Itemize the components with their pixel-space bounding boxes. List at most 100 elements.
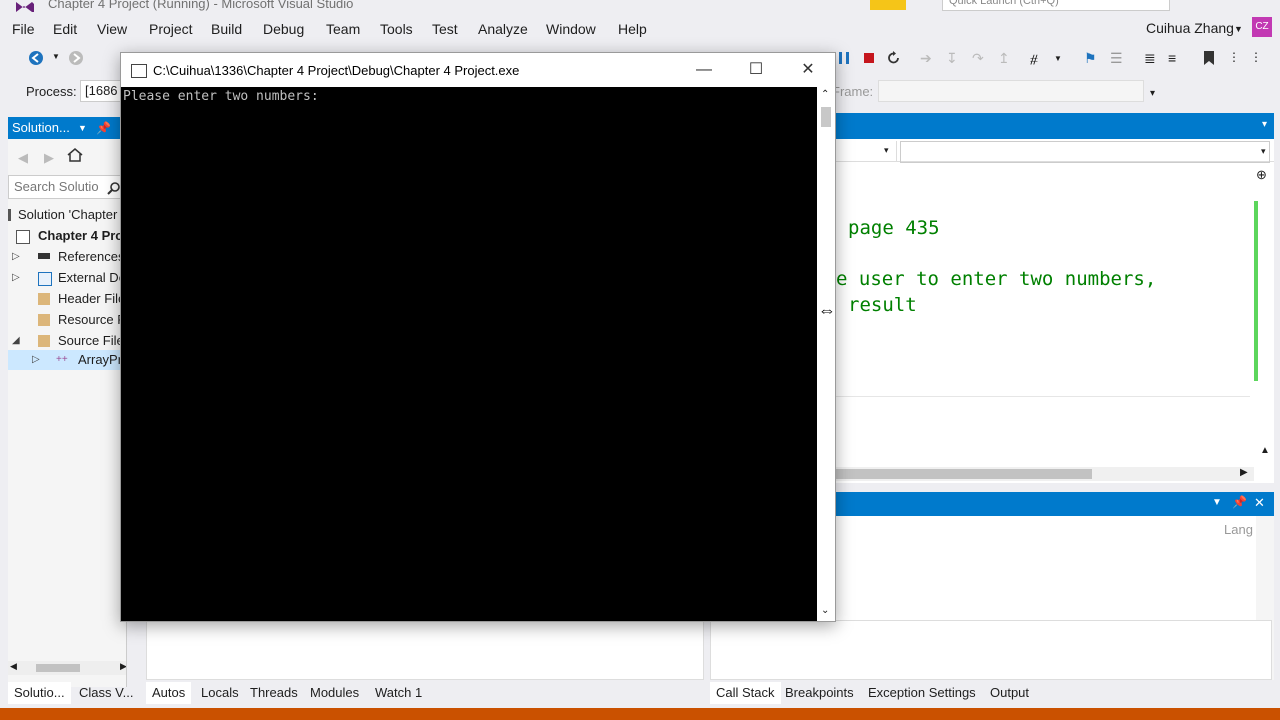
tab-modules[interactable]: Modules	[304, 682, 365, 704]
maximize-button[interactable]: ☐	[733, 53, 779, 87]
menu-edit[interactable]: Edit	[53, 21, 77, 37]
tree-item-references[interactable]: ▷ References	[8, 247, 126, 267]
chevron-down-icon[interactable]: ▼	[1212, 497, 1222, 508]
step-into-icon[interactable]: ↧	[946, 50, 964, 68]
tree-item-arrayprogram[interactable]: ▷ ++ ArrayPr	[8, 350, 126, 370]
menu-tools[interactable]: Tools	[380, 21, 413, 37]
chevron-down-icon[interactable]: ▾	[1261, 146, 1266, 157]
menu-team[interactable]: Team	[326, 21, 360, 37]
scroll-thumb[interactable]	[821, 107, 831, 127]
bookmark-icon[interactable]	[1202, 50, 1220, 68]
account-name[interactable]: Cuihua Zhang	[1146, 20, 1234, 36]
chevron-down-icon[interactable]: ▼	[78, 117, 87, 139]
pin-icon[interactable]: 📌	[1232, 495, 1247, 509]
stack-frame-dropdown[interactable]	[878, 80, 1144, 102]
split-editor-icon[interactable]: ⊕	[1256, 167, 1267, 183]
close-icon[interactable]: ✕	[1254, 495, 1265, 511]
menu-file[interactable]: File	[12, 21, 35, 37]
scroll-up-icon[interactable]: ▲	[1260, 445, 1270, 456]
notification-flag-icon[interactable]	[870, 0, 906, 10]
menu-build[interactable]: Build	[211, 21, 242, 37]
code-line[interactable]: page 435	[848, 217, 940, 239]
chevron-down-icon[interactable]: ▼	[1234, 24, 1243, 34]
scroll-down-icon[interactable]: ⌄	[821, 605, 829, 616]
show-next-statement-icon[interactable]: ➔	[920, 50, 938, 68]
console-output-area[interactable]: Please enter two numbers:	[121, 87, 817, 621]
stop-icon[interactable]	[861, 50, 879, 68]
collapse-arrow-icon[interactable]: ◢	[12, 331, 20, 351]
thread-flag-icon[interactable]: ⚑	[1084, 50, 1102, 68]
chevron-down-icon[interactable]: ▼	[1054, 54, 1072, 72]
scroll-left-icon[interactable]: ◀	[10, 661, 17, 672]
menu-project[interactable]: Project	[149, 21, 193, 37]
project-icon	[16, 230, 30, 244]
hex-display-icon[interactable]: ⧣	[1030, 50, 1048, 68]
member-dropdown[interactable]: ▾	[900, 141, 1270, 163]
pin-icon[interactable]: 📌	[96, 117, 111, 139]
restart-icon[interactable]	[886, 50, 904, 68]
menu-window[interactable]: Window	[546, 21, 596, 37]
solution-search-input[interactable]: Search Solutio	[8, 175, 126, 199]
chevron-down-icon[interactable]: ▾	[1262, 119, 1267, 130]
toolbar-overflow-icon[interactable]: ⋮	[1250, 50, 1268, 68]
tree-item-solution[interactable]: Solution 'Chapter	[8, 205, 126, 225]
scope-dropdown[interactable]: ▾	[834, 141, 897, 161]
expand-arrow-icon[interactable]: ▷	[12, 268, 20, 288]
navigate-forward-icon[interactable]	[68, 50, 86, 68]
tab-solution-explorer[interactable]: Solutio...	[8, 682, 71, 704]
console-window[interactable]: C:\Cuihua\1336\Chapter 4 Project\Debug\C…	[120, 52, 836, 622]
comment-lines-icon[interactable]: ≣	[1144, 50, 1162, 68]
scroll-thumb[interactable]	[834, 469, 1092, 479]
tab-autos[interactable]: Autos	[146, 682, 192, 704]
tree-item-resource-files[interactable]: Resource F	[8, 310, 126, 330]
tree-item-source-files[interactable]: ◢ Source File	[8, 331, 126, 351]
tree-item-external-deps[interactable]: ▷ External De	[8, 268, 126, 288]
scroll-right-icon[interactable]: ▶	[1240, 467, 1248, 478]
console-title-bar[interactable]: C:\Cuihua\1336\Chapter 4 Project\Debug\C…	[121, 53, 835, 87]
scroll-right-icon[interactable]: ▶	[120, 661, 126, 672]
tab-class-view[interactable]: Class V...	[73, 682, 139, 704]
menu-debug[interactable]: Debug	[263, 21, 304, 37]
menu-view[interactable]: View	[97, 21, 127, 37]
back-icon[interactable]: ◀	[18, 150, 28, 166]
expand-arrow-icon[interactable]: ▷	[12, 247, 20, 267]
menu-analyze[interactable]: Analyze	[478, 21, 528, 37]
tree-item-label: References	[58, 249, 125, 264]
step-over-icon[interactable]: ↷	[972, 50, 990, 68]
forward-icon[interactable]: ▶	[44, 150, 54, 166]
close-button[interactable]: ✕	[785, 53, 831, 87]
toolbar-overflow-icon[interactable]: ▾	[1150, 88, 1155, 99]
uncomment-lines-icon[interactable]: ≡	[1168, 50, 1186, 68]
tree-item-header-files[interactable]: Header File	[8, 289, 126, 309]
menu-help[interactable]: Help	[618, 21, 647, 37]
pause-icon[interactable]	[836, 50, 854, 68]
quick-launch-input[interactable]: Quick Launch (Ctrl+Q)	[942, 0, 1170, 11]
expand-arrow-icon[interactable]: ▷	[32, 350, 40, 370]
tab-watch-1[interactable]: Watch 1	[369, 682, 428, 704]
tab-exception-settings[interactable]: Exception Settings	[862, 682, 982, 704]
tab-breakpoints[interactable]: Breakpoints	[779, 682, 860, 704]
search-icon[interactable]	[107, 180, 121, 202]
tab-call-stack[interactable]: Call Stack	[710, 682, 781, 704]
code-line[interactable]: result	[848, 294, 917, 316]
console-app-icon[interactable]	[131, 64, 147, 78]
tree-item-project[interactable]: Chapter 4 Pro	[8, 226, 126, 246]
tab-output[interactable]: Output	[984, 682, 1035, 704]
scroll-thumb[interactable]	[36, 664, 80, 672]
navigate-back-icon[interactable]	[28, 50, 46, 68]
home-icon[interactable]	[66, 147, 84, 166]
code-line[interactable]: e user to enter two numbers,	[836, 268, 1156, 290]
column-header-language[interactable]: Lang	[1224, 522, 1253, 537]
scroll-up-icon[interactable]: ⌃	[821, 89, 829, 100]
horizontal-scrollbar[interactable]: ◀ ▶	[8, 661, 126, 675]
step-out-icon[interactable]: ↥	[998, 50, 1016, 68]
console-vertical-scrollbar[interactable]: ⌃ ⌄	[817, 87, 835, 621]
menu-test[interactable]: Test	[432, 21, 458, 37]
align-icon[interactable]: ☰	[1110, 50, 1128, 68]
minimize-button[interactable]: —	[681, 53, 727, 87]
tab-threads[interactable]: Threads	[244, 682, 304, 704]
more-options-icon[interactable]: ⋮	[1228, 50, 1246, 68]
chevron-down-icon[interactable]: ▾	[884, 145, 889, 156]
avatar[interactable]: CZ	[1252, 17, 1272, 37]
tab-locals[interactable]: Locals	[195, 682, 245, 704]
